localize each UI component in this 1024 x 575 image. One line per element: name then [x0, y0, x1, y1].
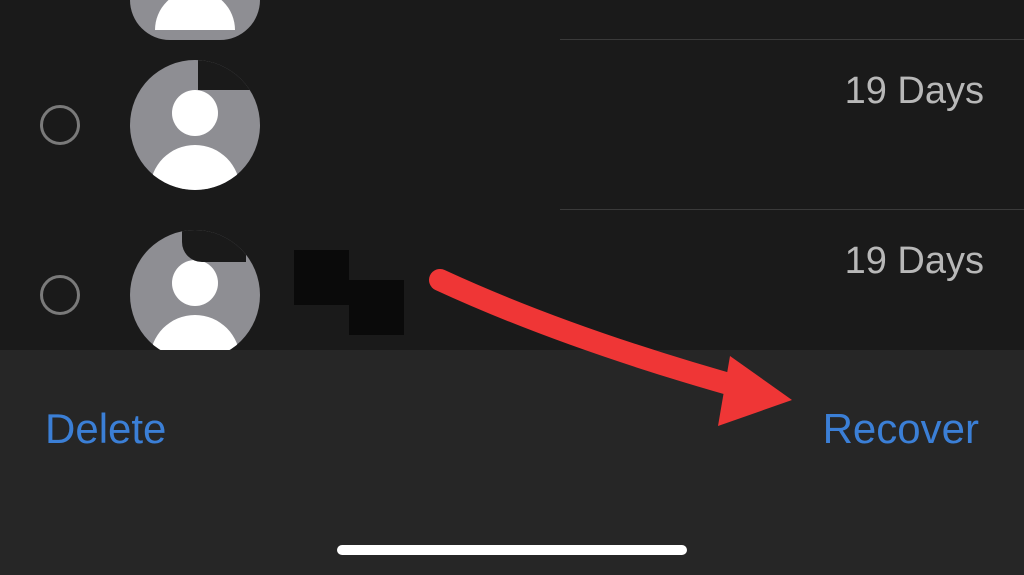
- days-remaining-label: 19 Days: [845, 70, 984, 113]
- redacted-content: [294, 250, 414, 340]
- avatar-icon: [130, 230, 260, 360]
- recover-button[interactable]: Recover: [823, 405, 979, 453]
- avatar-icon: [130, 0, 260, 40]
- selection-checkbox[interactable]: [40, 275, 80, 315]
- selection-checkbox[interactable]: [40, 105, 80, 145]
- list-item[interactable]: 19 Days: [0, 40, 1024, 210]
- home-indicator[interactable]: [337, 545, 687, 555]
- delete-button[interactable]: Delete: [45, 405, 166, 453]
- bottom-toolbar: Delete Recover: [0, 350, 1024, 575]
- list-item[interactable]: [0, 0, 1024, 40]
- days-remaining-label: 19 Days: [845, 240, 984, 283]
- avatar-icon: [130, 60, 260, 190]
- contacts-list: 19 Days 19 Days: [0, 0, 1024, 380]
